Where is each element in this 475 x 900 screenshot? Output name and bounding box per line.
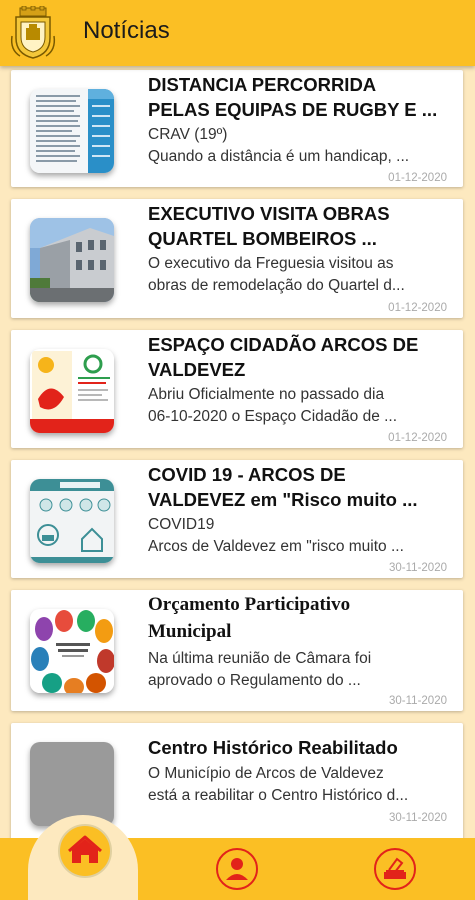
news-summary-line2: está a reabilitar o Centro Histórico d..… [148,787,409,804]
news-title: Centro Histórico Reabilitado [148,737,398,758]
news-summary: Abriu Oficialmente no passado dia [148,386,385,403]
news-card[interactable]: ESPAÇO CIDADÃO ARCOS DE VALDEVEZ Abriu O… [11,330,463,448]
news-title: COVID 19 - ARCOS DE [148,464,346,485]
news-card[interactable]: DISTANCIA PERCORRIDA PELAS EQUIPAS DE RU… [11,70,463,187]
municipal-crest-icon [10,6,56,59]
spreadsheet-table-image [30,89,114,173]
news-date: 30-11-2020 [389,695,447,707]
page-title: Notícias [83,17,170,44]
news-date: 30-11-2020 [389,812,447,824]
news-title-line2: QUARTEL BOMBEIROS ... [148,228,377,249]
news-title-line2: PELAS EQUIPAS DE RUGBY E ... [148,99,438,120]
news-date: 01-12-2020 [388,432,447,444]
home-tab-button[interactable] [58,824,112,878]
citizen-space-poster-image [30,349,114,433]
news-summary-line2: aprovado o Regulamento do ... [148,672,361,689]
news-title: DISTANCIA PERCORRIDA [148,74,377,95]
news-summary-line2: Arcos de Valdevez em "risco muito ... [148,538,404,555]
fire-station-building-image [30,218,114,302]
news-summary-line2: Quando a distância é um handicap, ... [148,148,410,165]
news-title: EXECUTIVO VISITA OBRAS [148,203,390,224]
app-header: Notícias [0,0,475,66]
news-summary: Na última reunião de Câmara foi [148,650,372,667]
news-summary: CRAV (19º) [148,126,228,143]
user-icon [226,858,248,880]
news-date: 01-12-2020 [388,302,447,314]
placeholder-image [30,742,114,826]
news-card[interactable]: Orçamento Participativo Municipal Na últ… [11,590,463,711]
news-card[interactable]: COVID 19 - ARCOS DE VALDEVEZ em "Risco m… [11,460,463,578]
news-summary: O executivo da Freguesia visitou as [148,255,394,272]
participatory-budget-hands-image [30,609,114,693]
profile-tab-button[interactable] [216,848,258,890]
news-title-line2: VALDEVEZ [148,359,246,380]
news-date: 30-11-2020 [389,562,447,574]
news-card[interactable]: EXECUTIVO VISITA OBRAS QUARTEL BOMBEIROS… [11,199,463,318]
ballot-box-icon [384,857,406,879]
news-date: 01-12-2020 [388,172,447,184]
news-summary: COVID19 [148,516,215,533]
home-icon [68,835,102,863]
news-title-line2: VALDEVEZ em "Risco muito ... [148,489,418,510]
news-title: ESPAÇO CIDADÃO ARCOS DE [148,334,419,355]
news-summary: O Município de Arcos de Valdevez [148,765,384,782]
news-title: Orçamento Participativo [148,594,351,615]
news-summary-line2: 06-10-2020 o Espaço Cidadão de ... [148,408,398,425]
covid-guidelines-infographic-image [30,479,114,563]
news-summary-line2: obras de remodelação do Quartel d... [148,277,405,294]
vote-tab-button[interactable] [374,848,416,890]
news-title-line2: Municipal [148,621,232,642]
